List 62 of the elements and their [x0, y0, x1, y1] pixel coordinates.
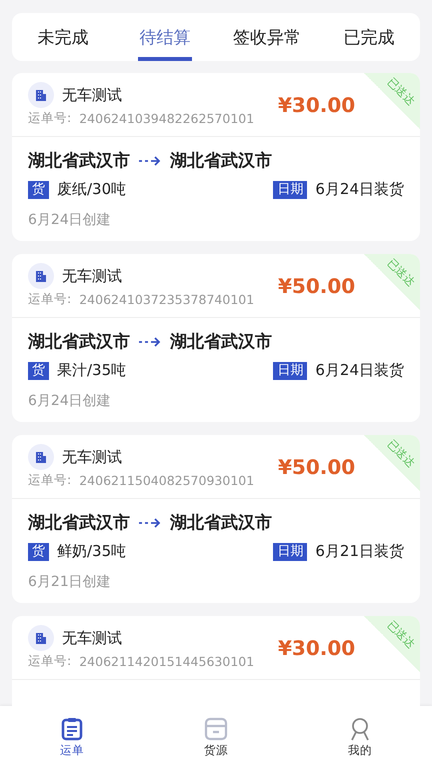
- cargo-info: 废纸/30吨: [57, 180, 126, 199]
- waybill-number: 2406241037235378740101: [79, 292, 254, 307]
- waybill-label: 运单号:: [28, 291, 72, 308]
- date-tag: 日期: [273, 542, 308, 560]
- origin-city: 湖北省武汉市: [28, 150, 130, 172]
- cargo-tag: 货: [28, 362, 49, 380]
- cargo-info: 鲜奶/35吨: [57, 542, 126, 561]
- nav-item[interactable]: 运单: [0, 706, 144, 768]
- waybill-label: 运单号:: [28, 472, 72, 489]
- person-icon: [349, 716, 371, 740]
- price: ¥30.00: [278, 92, 356, 116]
- tab[interactable]: 待结算: [114, 13, 216, 61]
- waybill-number: 2406211420151445630101: [79, 654, 254, 669]
- building-icon: [28, 263, 54, 289]
- tab[interactable]: 已完成: [318, 13, 420, 61]
- date-tag: 日期: [273, 180, 308, 198]
- date-tag: 日期: [273, 362, 308, 380]
- cargo-info: 果汁/35吨: [57, 361, 126, 380]
- order-card[interactable]: 已送达 无车测试 运单号: 2406211504082570930101 ¥50.00 湖北省武汉市 湖北省武汉市 货 鲜奶/35吨 日期 6月21日装货 6月21日创建: [12, 435, 420, 603]
- status-ribbon: 已送达: [364, 254, 420, 310]
- building-icon: [28, 444, 54, 470]
- box-icon: [204, 716, 228, 740]
- waybill-label: 运单号:: [28, 653, 72, 670]
- building-icon: [28, 82, 54, 108]
- destination-city: 湖北省武汉市: [170, 331, 272, 353]
- status-ribbon: 已送达: [364, 73, 420, 129]
- status-ribbon: 已送达: [364, 616, 420, 672]
- origin-city: 湖北省武汉市: [28, 512, 130, 534]
- nav-item[interactable]: 我的: [288, 706, 432, 768]
- status-ribbon: 已送达: [364, 435, 420, 491]
- created-date: 6月24日创建: [28, 211, 112, 229]
- clipboard-icon: [61, 716, 83, 740]
- waybill-number: 2406211504082570930101: [79, 473, 254, 488]
- price: ¥50.00: [278, 454, 356, 478]
- waybill-number: 2406241039482262570101: [79, 111, 254, 126]
- cargo-tag: 货: [28, 180, 49, 198]
- cargo-tag: 货: [28, 542, 49, 560]
- origin-city: 湖北省武汉市: [28, 331, 130, 353]
- arrow-icon: [138, 516, 162, 528]
- nav-item[interactable]: 货源: [144, 706, 288, 768]
- order-card[interactable]: 已送达 无车测试 运单号: 2406211420151445630101 ¥30.00: [12, 616, 420, 706]
- loading-date: 6月24日装货: [315, 180, 404, 199]
- loading-date: 6月21日装货: [315, 542, 404, 561]
- waybill-label: 运单号:: [28, 110, 72, 127]
- price: ¥30.00: [278, 636, 356, 660]
- tab[interactable]: 签收异常: [216, 13, 318, 61]
- order-card[interactable]: 已送达 无车测试 运单号: 2406241039482262570101 ¥30.00 湖北省武汉市 湖北省武汉市 货 废纸/30吨 日期 6月24日装货 6月24日创建: [12, 73, 420, 241]
- tab[interactable]: 未完成: [12, 13, 114, 61]
- order-card[interactable]: 已送达 无车测试 运单号: 2406241037235378740101 ¥50.00 湖北省武汉市 湖北省武汉市 货 果汁/35吨 日期 6月24日装货 6月24日创建: [12, 254, 420, 422]
- loading-date: 6月24日装货: [315, 361, 404, 380]
- destination-city: 湖北省武汉市: [170, 512, 272, 534]
- company-name: 无车测试: [62, 448, 122, 466]
- created-date: 6月21日创建: [28, 573, 112, 591]
- company-name: 无车测试: [62, 266, 122, 286]
- created-date: 6月24日创建: [28, 392, 112, 410]
- building-icon: [28, 625, 54, 651]
- arrow-icon: [138, 336, 162, 348]
- company-name: 无车测试: [62, 86, 122, 104]
- company-name: 无车测试: [62, 628, 122, 648]
- destination-city: 湖北省武汉市: [170, 150, 272, 172]
- arrow-icon: [138, 154, 162, 166]
- price: ¥50.00: [278, 274, 356, 298]
